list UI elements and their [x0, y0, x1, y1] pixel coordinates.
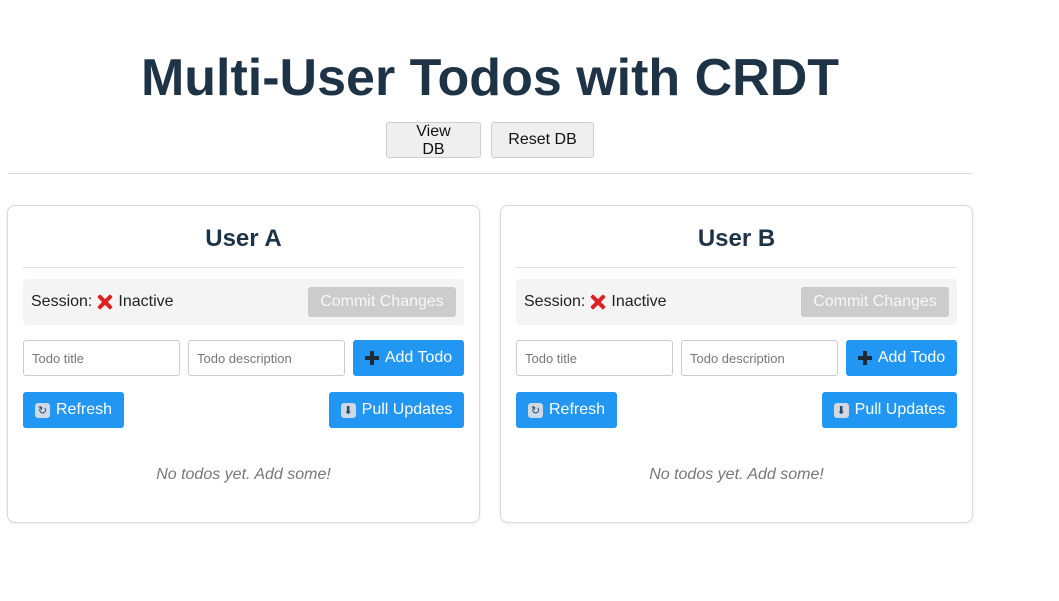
todo-title-input[interactable] — [23, 340, 180, 376]
refresh-button[interactable]: ↻ Refresh — [23, 392, 124, 428]
db-controls: View DB Reset DB — [0, 122, 980, 158]
todo-title-input[interactable] — [516, 340, 673, 376]
session-status: Session: Inactive — [31, 292, 174, 312]
pull-updates-button[interactable]: ⬇ Pull Updates — [822, 392, 957, 428]
session-bar: Session: Inactive Commit Changes — [23, 279, 464, 325]
commit-changes-button[interactable]: Commit Changes — [801, 287, 949, 317]
cross-mark-icon — [96, 293, 114, 311]
refresh-button[interactable]: ↻ Refresh — [516, 392, 617, 428]
refresh-label: Refresh — [55, 401, 113, 418]
pull-updates-button[interactable]: ⬇ Pull Updates — [329, 392, 464, 428]
session-status-text: Inactive — [118, 293, 174, 310]
add-todo-label: Add Todo — [384, 349, 453, 366]
session-bar: Session: Inactive Commit Changes — [516, 279, 957, 325]
session-status: Session: Inactive — [524, 292, 667, 312]
view-db-button[interactable]: View DB — [386, 122, 481, 158]
pull-updates-label: Pull Updates — [361, 401, 453, 418]
session-label: Session: — [524, 293, 586, 310]
empty-todos-message: No todos yet. Add some! — [156, 466, 331, 483]
refresh-icon: ↻ — [34, 402, 50, 418]
user-panel-a: User A Session: Inactive Commit Changes … — [7, 205, 480, 523]
add-todo-label: Add Todo — [877, 349, 946, 366]
add-todo-button[interactable]: Add Todo — [846, 340, 957, 376]
refresh-icon: ↻ — [527, 402, 543, 418]
down-arrow-icon: ⬇ — [340, 402, 356, 418]
pull-updates-label: Pull Updates — [854, 401, 946, 418]
user-panel-b: User B Session: Inactive Commit Changes … — [500, 205, 973, 523]
plus-icon — [364, 351, 379, 365]
page-title: Multi-User Todos with CRDT — [140, 49, 840, 107]
user-title: User B — [697, 225, 776, 252]
down-arrow-icon: ⬇ — [833, 402, 849, 418]
refresh-label: Refresh — [548, 401, 606, 418]
plus-icon — [857, 351, 872, 365]
header-divider — [8, 173, 973, 174]
cross-mark-icon — [589, 293, 607, 311]
session-status-text: Inactive — [611, 293, 667, 310]
empty-todos-message: No todos yet. Add some! — [649, 466, 824, 483]
reset-db-button[interactable]: Reset DB — [491, 122, 594, 158]
session-label: Session: — [31, 293, 93, 310]
commit-changes-button[interactable]: Commit Changes — [308, 287, 456, 317]
todo-description-input[interactable] — [681, 340, 838, 376]
page: Multi-User Todos with CRDT View DB Reset… — [0, 0, 1059, 601]
todo-description-input[interactable] — [188, 340, 345, 376]
add-todo-button[interactable]: Add Todo — [353, 340, 464, 376]
panel-divider — [23, 267, 464, 268]
user-title: User A — [205, 225, 282, 252]
panel-divider — [516, 267, 957, 268]
